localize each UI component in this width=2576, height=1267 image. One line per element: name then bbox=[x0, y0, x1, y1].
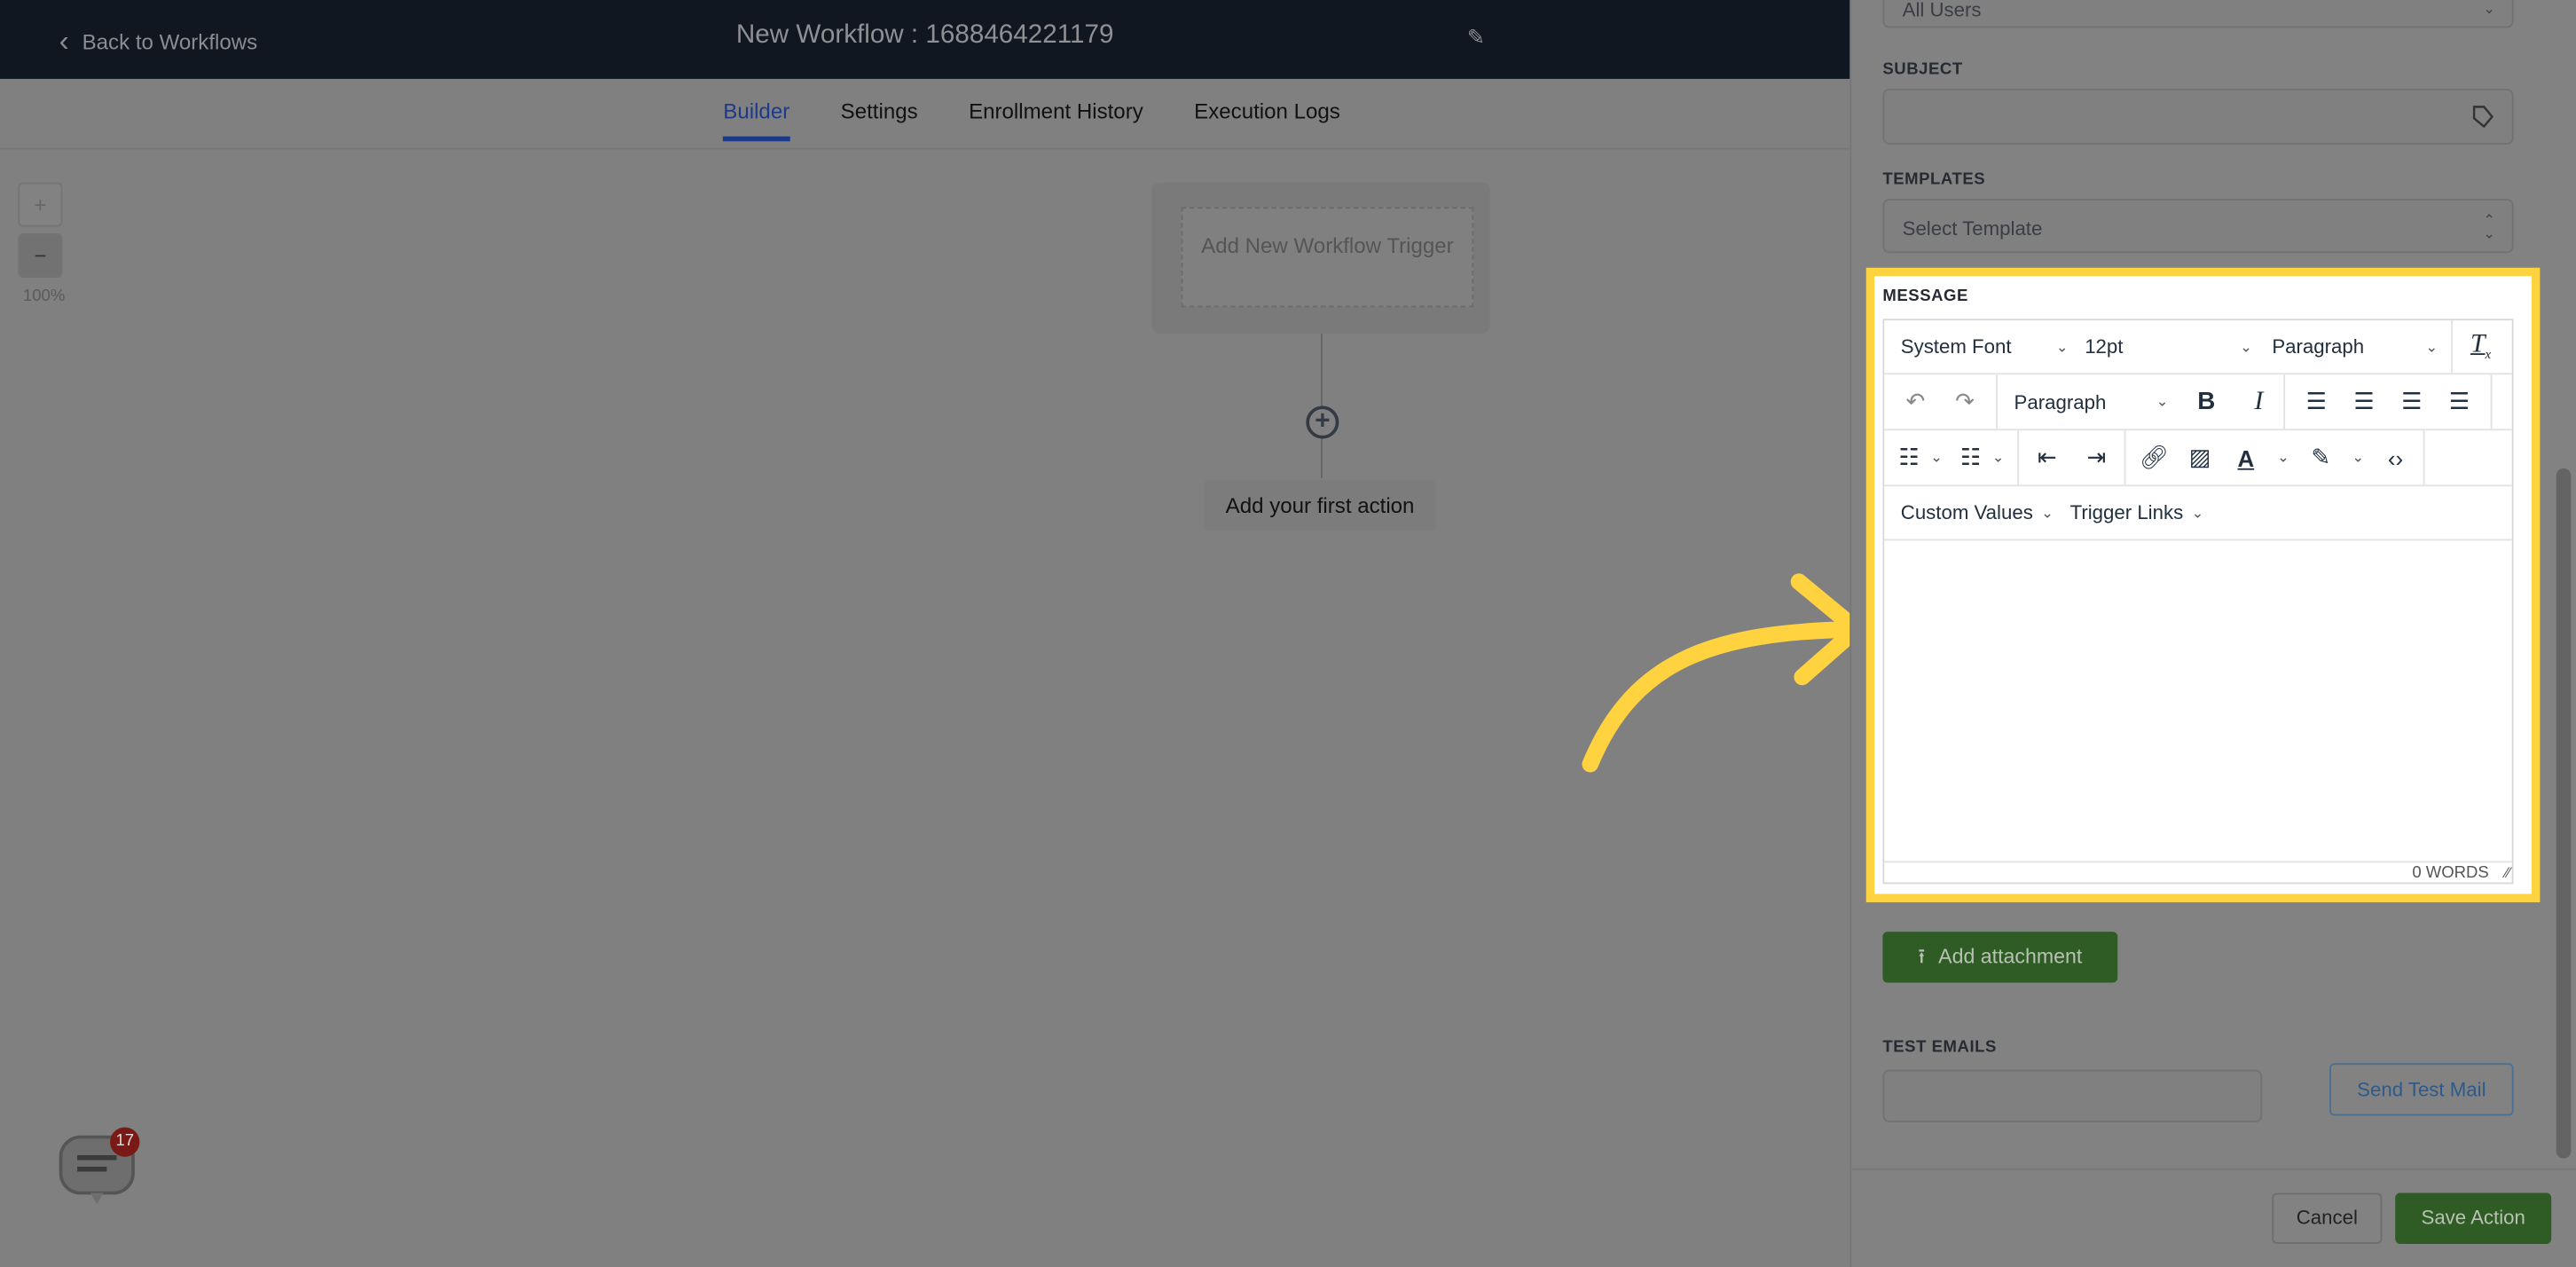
tab-enrollment-history[interactable]: Enrollment History bbox=[969, 98, 1143, 141]
chevron-down-icon: ⌄ bbox=[2240, 337, 2253, 355]
toolbar-row-4: Custom Values ⌄ Trigger Links ⌄ bbox=[1884, 486, 2512, 541]
chevron-down-icon[interactable]: ⌄ bbox=[2277, 449, 2289, 467]
chevron-down-icon[interactable]: ⌄ bbox=[2352, 449, 2364, 467]
chevron-down-icon: ⌄ bbox=[2483, 0, 2496, 17]
text-color-icon[interactable]: A bbox=[2231, 445, 2260, 471]
add-action-plus-icon[interactable]: + bbox=[1306, 405, 1339, 439]
trigger-links-menu[interactable]: Trigger Links ⌄ bbox=[2070, 501, 2204, 524]
templates-placeholder: Select Template bbox=[1902, 216, 2043, 240]
add-trigger-button[interactable]: Add New Workflow Trigger bbox=[1181, 207, 1474, 308]
footer-divider bbox=[1851, 1168, 2576, 1170]
toolbar-row-3: ☷ ⌄ ☷ ⌄ ⇤ ⇥ 🔗︎ ▨ A ⌄ ✎ ⌄ ‹› bbox=[1884, 430, 2512, 487]
size-value: 12pt bbox=[2085, 334, 2124, 358]
highlight-color-icon[interactable]: ✎ bbox=[2306, 444, 2336, 471]
bullet-list-icon[interactable]: ☷ bbox=[1894, 444, 1923, 471]
add-attachment-button[interactable]: ⭱ Add attachment bbox=[1882, 932, 2118, 983]
tab-execution-logs[interactable]: Execution Logs bbox=[1194, 98, 1340, 141]
font-value: System Font bbox=[1900, 334, 2012, 358]
bold-icon[interactable]: B bbox=[2192, 388, 2221, 415]
message-label: MESSAGE bbox=[1882, 287, 1968, 306]
chevron-down-icon: ⌄ bbox=[2156, 392, 2169, 410]
message-body-input[interactable] bbox=[1884, 540, 2511, 861]
panel-scrollbar[interactable] bbox=[2556, 468, 2572, 1159]
notification-badge: 17 bbox=[110, 1127, 140, 1157]
format-value: Paragraph bbox=[2272, 334, 2365, 358]
numbered-list-icon[interactable]: ☷ bbox=[1956, 444, 1985, 471]
align-justify-icon[interactable]: ☰ bbox=[2445, 388, 2474, 415]
send-test-mail-button[interactable]: Send Test Mail bbox=[2329, 1063, 2514, 1116]
align-left-icon[interactable]: ☰ bbox=[2302, 388, 2331, 415]
divider bbox=[0, 147, 1850, 150]
block-value: Paragraph bbox=[2014, 390, 2107, 413]
source-code-icon[interactable]: ‹› bbox=[2381, 445, 2410, 471]
save-action-button[interactable]: Save Action bbox=[2395, 1192, 2552, 1244]
font-size-select[interactable]: 12pt ⌄ bbox=[2069, 335, 2252, 358]
tab-settings[interactable]: Settings bbox=[841, 98, 918, 141]
yellow-arrow-annotation bbox=[1582, 573, 1865, 773]
zoom-level: 100% bbox=[22, 287, 66, 306]
clear-formatting-icon[interactable]: Tx bbox=[2453, 331, 2509, 363]
workflow-builder: ‹ Back to Workflows New Workflow : 168846… bbox=[0, 0, 2576, 1267]
chevron-down-icon: ⌄ bbox=[2425, 337, 2439, 355]
from-select-value: All Users bbox=[1902, 0, 1982, 22]
font-family-select[interactable]: System Font ⌄ bbox=[1884, 334, 2069, 358]
custom-values-label: Custom Values bbox=[1900, 500, 2033, 524]
workflow-title-text: New Workflow : 1688464221179 bbox=[735, 21, 1114, 50]
trigger-links-label: Trigger Links bbox=[2069, 500, 2184, 524]
pencil-icon[interactable]: ✎ bbox=[1467, 25, 1485, 51]
tab-bar: Builder Settings Enrollment History Exec… bbox=[0, 98, 1850, 142]
templates-label: TEMPLATES bbox=[1882, 170, 1986, 189]
format-select[interactable]: Paragraph ⌄ bbox=[2252, 320, 2454, 374]
top-header: ‹ Back to Workflows New Workflow : 168846… bbox=[0, 0, 1850, 79]
editor-statusbar: 0 WORDS ⁄⁄ bbox=[1884, 861, 2512, 884]
indent-icon[interactable]: ⇥ bbox=[2082, 444, 2111, 471]
link-icon[interactable]: 🔗︎ bbox=[2139, 444, 2169, 471]
trigger-card: Add New Workflow Trigger bbox=[1151, 182, 1490, 334]
block-select[interactable]: Paragraph ⌄ bbox=[2007, 390, 2169, 413]
tag-icon[interactable] bbox=[2470, 104, 2496, 130]
test-emails-label: TEST EMAILS bbox=[1882, 1038, 1997, 1057]
tab-builder[interactable]: Builder bbox=[723, 98, 791, 142]
chevron-down-icon[interactable]: ⌄ bbox=[1992, 449, 2005, 467]
add-attachment-label: Add attachment bbox=[1938, 944, 2083, 968]
undo-icon[interactable]: ↶ bbox=[1901, 388, 1930, 415]
from-select[interactable]: All Users ⌄ bbox=[1882, 0, 2514, 28]
chevron-down-icon: ⌄ bbox=[2191, 503, 2204, 521]
toolbar-row-2: ↶ ↷ Paragraph ⌄ B I ☰ ☰ ☰ ☰ bbox=[1884, 374, 2512, 431]
redo-icon[interactable]: ↷ bbox=[1950, 388, 1979, 415]
message-editor: System Font ⌄ 12pt ⌄ Paragraph ⌄ Tx ↶ ↷ Para… bbox=[1882, 319, 2514, 885]
zoom-in-button[interactable]: + bbox=[18, 182, 63, 227]
cancel-button[interactable]: Cancel bbox=[2272, 1192, 2383, 1244]
align-center-icon[interactable]: ☰ bbox=[2349, 388, 2378, 415]
toolbar-row-1: System Font ⌄ 12pt ⌄ Paragraph ⌄ Tx bbox=[1884, 320, 2512, 375]
chevron-down-icon: ⌄ bbox=[2041, 503, 2054, 521]
resize-handle-icon[interactable]: ⁄⁄ bbox=[2505, 864, 2510, 881]
subject-input[interactable] bbox=[1882, 89, 2514, 145]
italic-icon[interactable]: I bbox=[2244, 387, 2274, 416]
custom-values-menu[interactable]: Custom Values ⌄ bbox=[1901, 501, 2054, 524]
image-icon[interactable]: ▨ bbox=[2185, 444, 2214, 471]
test-emails-input[interactable] bbox=[1882, 1069, 2263, 1122]
add-first-action-button[interactable]: Add your first action bbox=[1204, 479, 1436, 531]
workflow-title: New Workflow : 1688464221179 bbox=[0, 21, 1850, 51]
upload-icon: ⭱ bbox=[1918, 944, 1926, 968]
templates-select[interactable]: Select Template ⌃ ⌄ bbox=[1882, 199, 2514, 254]
chevron-updown-icon: ⌃ ⌄ bbox=[2483, 211, 2496, 242]
subject-label: SUBJECT bbox=[1882, 60, 1963, 79]
word-count: 0 WORDS bbox=[2412, 864, 2489, 883]
zoom-out-button[interactable]: − bbox=[18, 232, 63, 278]
align-right-icon[interactable]: ☰ bbox=[2397, 388, 2426, 415]
outdent-icon[interactable]: ⇤ bbox=[2032, 444, 2062, 471]
chevron-down-icon: ⌄ bbox=[2055, 337, 2069, 355]
chevron-down-icon[interactable]: ⌄ bbox=[1930, 449, 1943, 467]
